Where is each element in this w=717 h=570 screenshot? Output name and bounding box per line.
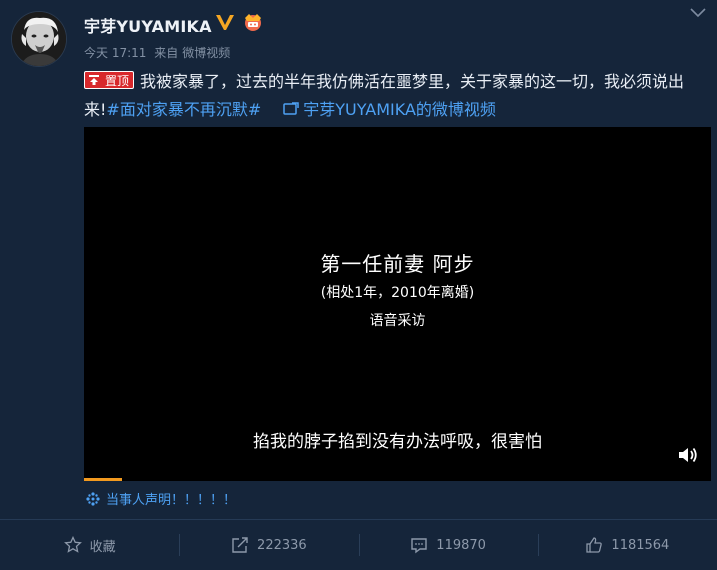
favorite-label: 收藏 [89, 539, 116, 555]
video-player[interactable]: 第一任前妻 阿步 (相处1年，2010年离婚) 语音采访 掐我的脖子掐到没有办法… [84, 127, 711, 481]
video-link-icon [283, 102, 299, 115]
video-progress-fill [84, 478, 122, 481]
pin-badge: 置顶 [84, 71, 135, 89]
post-time[interactable]: 今天 17:11 [84, 46, 146, 60]
comment-icon [411, 538, 427, 554]
like-button[interactable]: 1181564 [537, 520, 717, 570]
repost-icon [232, 537, 248, 553]
star-icon [63, 536, 82, 553]
hashtag-link[interactable]: #面对家暴不再沉默# [106, 100, 261, 119]
post-source[interactable]: 微博视频 [182, 46, 230, 60]
video-caption: 掐我的脖子掐到没有办法呼吸，很害怕 [253, 432, 542, 452]
pin-icon [89, 75, 99, 85]
video-progress-bar[interactable] [84, 478, 711, 481]
video-title: 第一任前妻 阿步 [320, 252, 475, 276]
favorite-button[interactable]: 收藏 [0, 520, 179, 570]
statement-text: 当事人声明！！！！！ [106, 493, 237, 508]
action-bar: 收藏 222336 119870 1181564 [0, 519, 717, 570]
verified-icon [216, 15, 234, 30]
comment-button[interactable]: 119870 [358, 520, 538, 570]
username[interactable]: 宇芽YUYAMIKA [84, 13, 212, 37]
pin-label: 置顶 [105, 74, 130, 88]
video-subtitle: (相处1年，2010年离婚) [320, 285, 475, 301]
avatar-portrait [12, 12, 66, 66]
comment-count: 119870 [436, 537, 486, 553]
post-text: 置顶 我被家暴了，过去的半年我仿佛活在噩梦里，关于家暴的这一切，我必须说出来!#… [84, 68, 704, 124]
vip-icon[interactable] [241, 12, 265, 32]
chevron-down-icon[interactable] [689, 6, 707, 20]
repost-button[interactable]: 222336 [179, 520, 358, 570]
volume-icon[interactable] [677, 445, 699, 465]
video-link[interactable]: 宇芽YUYAMIKA的微博视频 [303, 100, 496, 119]
statement-link[interactable]: 当事人声明！！！！！ [86, 489, 236, 508]
repost-count: 222336 [257, 537, 307, 553]
post-meta: 今天 17:11 来自 微博视频 [84, 44, 234, 61]
weibo-post-card: 宇芽YUYAMIKA 今天 17:11 来自 微博视频 置顶 我被家暴了，过去的半… [0, 0, 717, 570]
like-icon [586, 537, 603, 553]
sparkle-icon [86, 492, 100, 506]
avatar[interactable] [11, 11, 67, 67]
video-note: 语音采访 [369, 313, 426, 329]
source-prefix: 来自 [154, 46, 179, 60]
like-count: 1181564 [611, 537, 670, 553]
